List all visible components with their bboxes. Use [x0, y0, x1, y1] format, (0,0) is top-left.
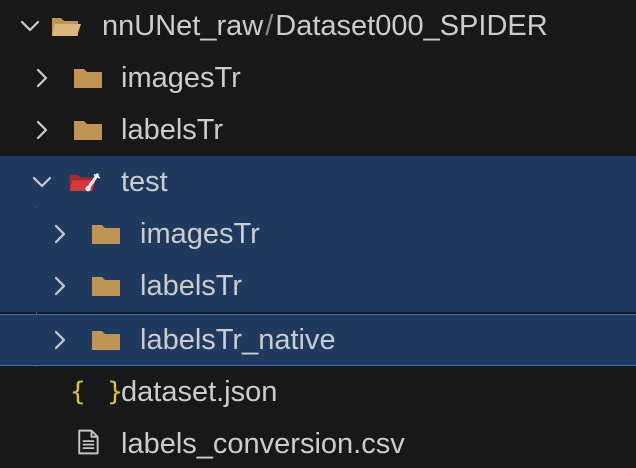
folder-icon	[74, 121, 102, 140]
chevron-down-icon[interactable]	[30, 170, 54, 194]
tree-item-label: labels_conversion.csv	[121, 428, 405, 460]
tree-item-label: labelsTr_native	[140, 324, 336, 356]
chevron-right-icon[interactable]	[48, 274, 72, 298]
tree-row-test-labelstr-native[interactable]: labelsTr_native	[0, 314, 636, 366]
folder-icon	[92, 331, 120, 350]
chevron-down-icon[interactable]	[18, 14, 42, 38]
path-separator: /	[265, 10, 274, 42]
chevron-right-icon[interactable]	[30, 66, 54, 90]
tree-item-label: labelsTr	[140, 270, 243, 302]
chevron-right-icon[interactable]	[30, 118, 54, 142]
tree-row-imagestr[interactable]: imagesTr	[0, 52, 636, 104]
folder-icon	[74, 69, 102, 88]
json-file-icon: { }	[70, 377, 126, 407]
tree-row-test-imagestr[interactable]: imagesTr	[0, 208, 636, 260]
tree-row-labelstr[interactable]: labelsTr	[0, 104, 636, 156]
tree-item-label: dataset.json	[121, 376, 278, 408]
tree-row-test[interactable]: test	[0, 156, 636, 208]
folder-open-icon	[52, 18, 81, 36]
folder-icon	[92, 225, 120, 244]
chevron-right-icon[interactable]	[48, 328, 72, 352]
tree-item-label: imagesTr	[140, 218, 260, 250]
tree-row-dataset-json[interactable]: { } dataset.json	[0, 366, 636, 418]
tree-row-root[interactable]: nnUNet_raw/Dataset000_SPIDER	[0, 0, 636, 52]
tree-row-labels-conversion-csv[interactable]: labels_conversion.csv	[0, 418, 636, 468]
root-path-label: nnUNet_raw/Dataset000_SPIDER	[102, 0, 548, 52]
tree-item-label: imagesTr	[121, 62, 241, 94]
chevron-right-icon[interactable]	[48, 222, 72, 246]
tree-item-label: test	[121, 166, 168, 198]
tree-item-label: labelsTr	[121, 114, 224, 146]
root-path-name: Dataset000_SPIDER	[275, 10, 548, 42]
file-explorer-tree: nnUNet_raw/Dataset000_SPIDER imagesTr la…	[0, 0, 636, 468]
test-folder-open-icon	[69, 173, 100, 192]
csv-file-icon	[78, 429, 99, 455]
root-path-parent: nnUNet_raw	[102, 10, 264, 42]
tree-row-test-labelstr[interactable]: labelsTr	[0, 260, 636, 312]
folder-icon	[92, 277, 120, 296]
